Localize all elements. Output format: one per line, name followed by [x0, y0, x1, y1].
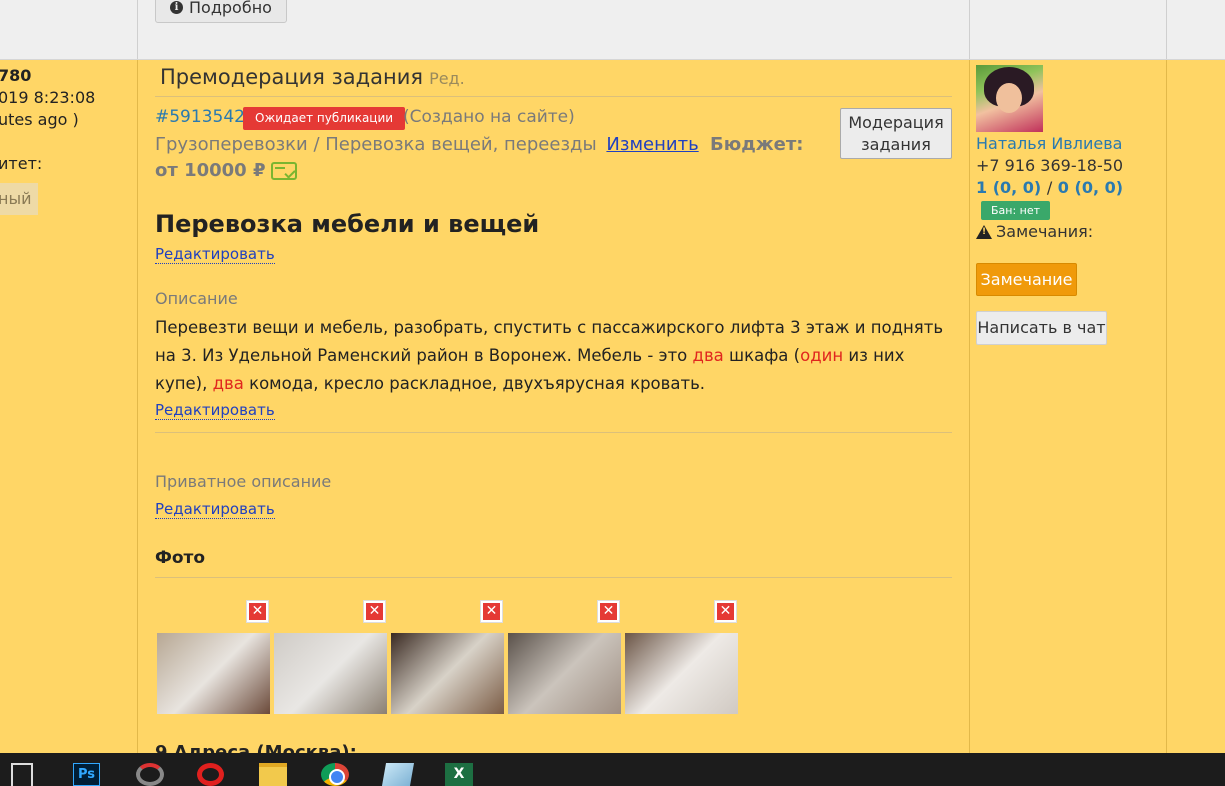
edit-short-link[interactable]: Ред. — [429, 69, 465, 88]
category-text: Грузоперевозки / Перевозка вещей, переез… — [155, 134, 597, 155]
moderate-button-line2: задания — [861, 135, 931, 154]
info-icon: i — [170, 1, 183, 14]
task-view-icon[interactable] — [11, 763, 33, 786]
panel-title: Премодерация задания Ред. — [160, 65, 465, 89]
divider — [155, 96, 952, 97]
edit-description-link[interactable]: Редактировать — [155, 401, 275, 420]
panel-title-text: Премодерация задания — [160, 65, 424, 89]
column-divider — [1166, 60, 1167, 760]
highlight-word: два — [212, 374, 244, 393]
status-badge: Ожидает публикации — [243, 107, 406, 130]
task-photo[interactable] — [625, 633, 738, 714]
avatar[interactable] — [976, 65, 1043, 132]
delete-photo-button[interactable]: ✕ — [246, 600, 269, 623]
highlight-word: один — [800, 346, 844, 365]
remarks-label: Замечания: — [996, 222, 1094, 241]
row-date: 019 8:23:08 — [0, 88, 96, 107]
photo-label: Фото — [155, 548, 206, 568]
edit-private-description-link[interactable]: Редактировать — [155, 500, 275, 519]
close-icon: ✕ — [483, 603, 500, 620]
category: Грузоперевозки / Перевозка вещей, переез… — [155, 134, 699, 155]
divider — [155, 432, 952, 433]
add-remark-button[interactable]: Замечание — [976, 263, 1077, 296]
close-icon: ✕ — [600, 603, 617, 620]
excel-icon[interactable]: X — [445, 763, 473, 786]
photoshop-icon[interactable]: Ps — [73, 763, 100, 786]
task-description: Перевезти вещи и мебель, разобрать, спус… — [155, 314, 952, 398]
budget-amount: от 10000 ₽ — [155, 160, 266, 181]
stats-link[interactable]: 0 (0, 0) — [1058, 178, 1123, 197]
ban-status-badge: Бан: нет — [981, 201, 1051, 220]
close-icon: ✕ — [249, 603, 266, 620]
app-hub-icon[interactable] — [136, 763, 164, 786]
task-id-link[interactable]: #5913542 — [155, 107, 245, 127]
windows-taskbar: Ps X — [0, 753, 1225, 786]
close-icon: ✕ — [717, 603, 734, 620]
details-button-label: Подробно — [189, 0, 272, 17]
column-divider — [137, 60, 138, 760]
card-check-icon — [271, 161, 298, 180]
stats-separator: / — [1046, 178, 1053, 197]
stats-link[interactable]: 1 (0, 0) — [976, 178, 1041, 197]
priority-label: итет: — [0, 154, 43, 173]
delete-photo-button[interactable]: ✕ — [714, 600, 737, 623]
file-explorer-icon[interactable] — [259, 763, 287, 786]
row-ago: utes ago ) — [0, 110, 79, 129]
budget-label: Бюджет: — [710, 134, 804, 155]
moderate-button-line1: Модерация — [848, 113, 944, 132]
budget-value: от 10000 ₽ — [155, 160, 298, 181]
task-photo[interactable] — [391, 633, 504, 714]
private-description-label: Приватное описание — [155, 472, 332, 491]
created-source: (Создано на сайте) — [403, 107, 575, 127]
divider — [155, 577, 952, 578]
row-id: 780 — [0, 66, 32, 85]
delete-photo-button[interactable]: ✕ — [480, 600, 503, 623]
highlight-word: два — [692, 346, 724, 365]
avatar-face — [996, 83, 1022, 113]
close-icon: ✕ — [366, 603, 383, 620]
task-photo[interactable] — [157, 633, 270, 714]
remarks-row: Замечания: — [976, 222, 1093, 241]
column-divider — [969, 60, 970, 760]
task-title: Перевозка мебели и вещей — [155, 210, 540, 238]
chrome-icon[interactable] — [321, 763, 349, 786]
description-part: комода, кресло раскладное, двухъярусная … — [243, 374, 706, 393]
app-icon[interactable] — [381, 763, 415, 786]
customer-phone: +7 916 369-18-50 — [976, 156, 1124, 175]
delete-photo-button[interactable]: ✕ — [597, 600, 620, 623]
description-part: шкафа ( — [723, 346, 801, 365]
priority-badge: ный — [0, 183, 38, 215]
task-photo[interactable] — [508, 633, 621, 714]
moderate-task-button[interactable]: Модерация задания — [840, 108, 952, 159]
column-divider — [969, 0, 970, 59]
edit-title-link[interactable]: Редактировать — [155, 245, 275, 264]
opera-icon[interactable] — [197, 763, 224, 786]
task-photo[interactable] — [274, 633, 387, 714]
warning-icon — [976, 224, 992, 239]
column-divider — [137, 0, 138, 59]
customer-stats: 1 (0, 0) / 0 (0, 0) — [976, 178, 1123, 197]
customer-name-link[interactable]: Наталья Ивлиева — [976, 134, 1122, 153]
delete-photo-button[interactable]: ✕ — [363, 600, 386, 623]
change-category-link[interactable]: Изменить — [606, 134, 698, 155]
write-to-chat-button[interactable]: Написать в чат — [976, 311, 1107, 345]
description-label: Описание — [155, 289, 238, 308]
details-button[interactable]: i Подробно — [155, 0, 287, 23]
column-divider — [1166, 0, 1167, 59]
top-strip: i Подробно — [0, 0, 1225, 60]
